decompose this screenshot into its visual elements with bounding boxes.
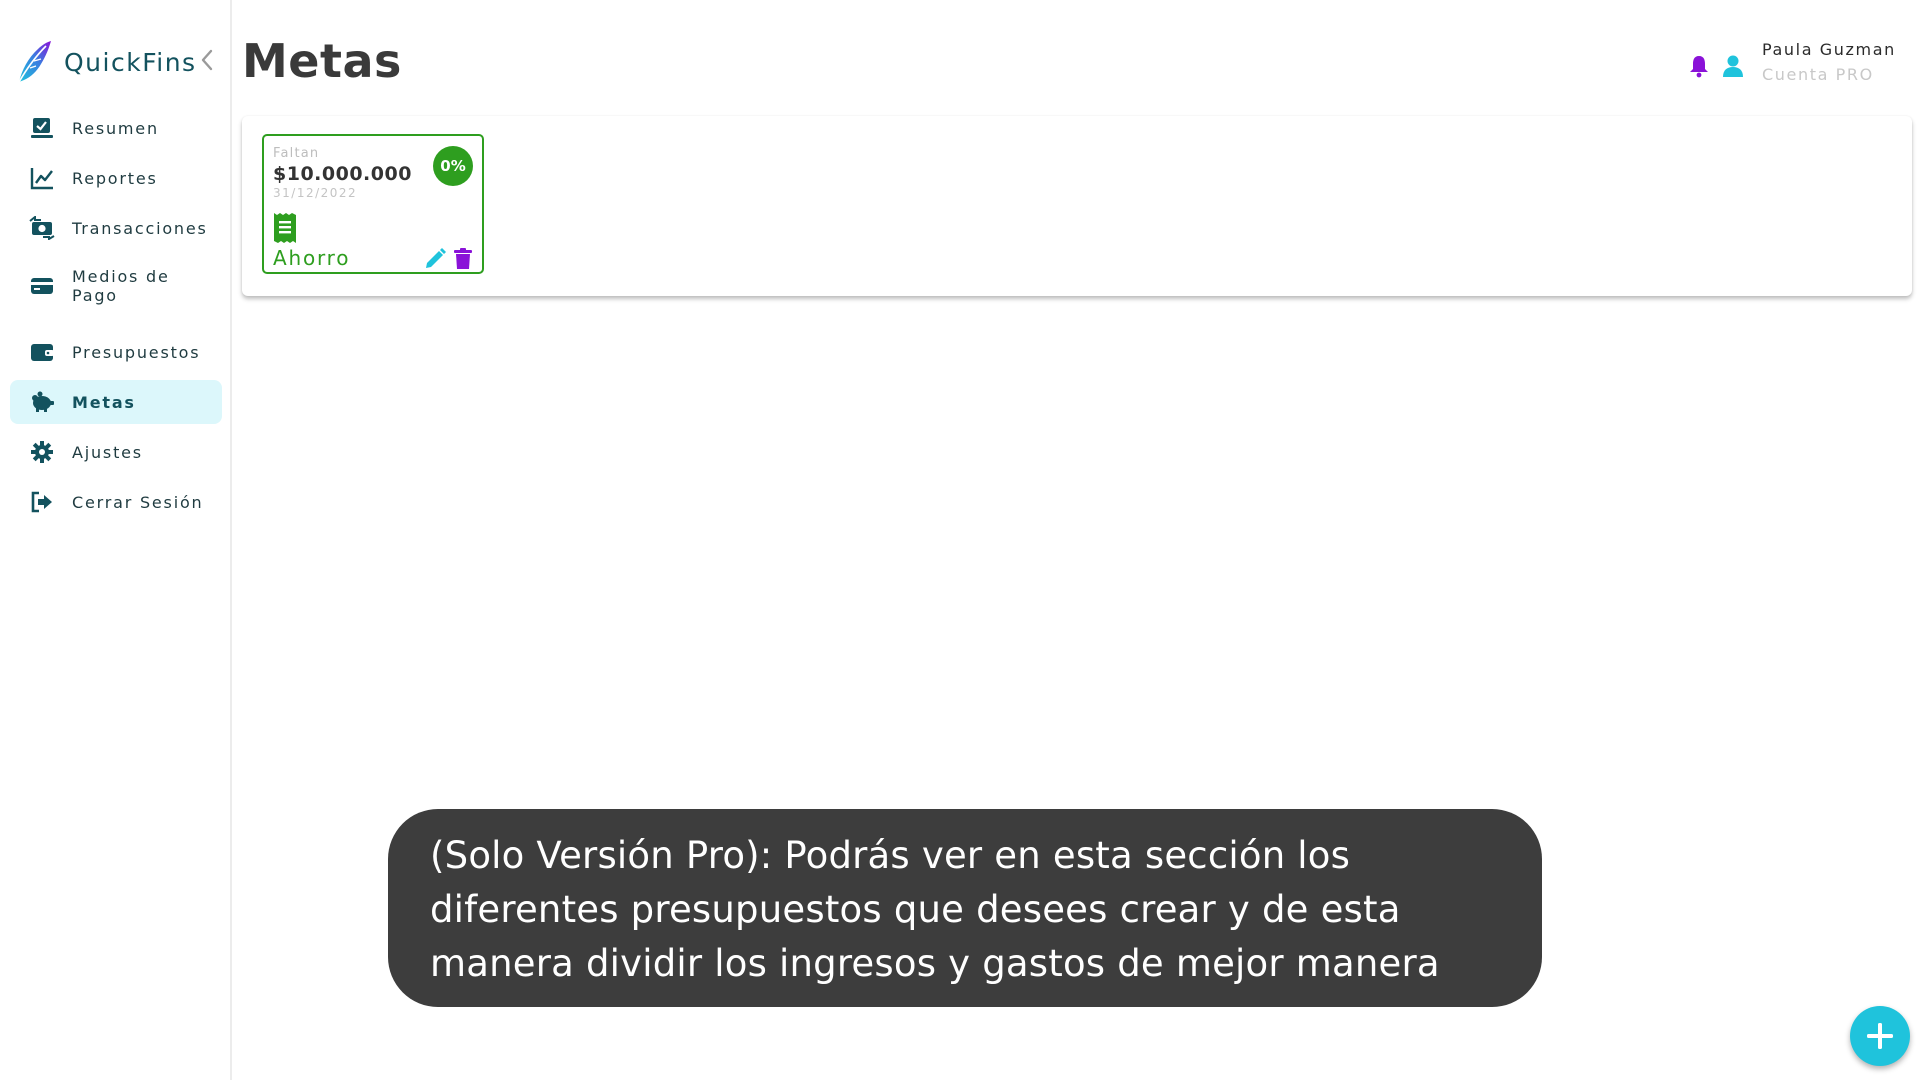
sidebar-item-label: Transacciones xyxy=(72,218,208,238)
sidebar-item-label: Cerrar Sesión xyxy=(72,492,204,512)
sidebar-item-label: Reportes xyxy=(72,168,158,188)
user-area: Paula Guzman Cuenta PRO xyxy=(1688,40,1902,90)
sidebar: QuickFins Resumen Reportes Transacciones xyxy=(0,0,232,1080)
sidebar-item-reportes[interactable]: Reportes xyxy=(10,156,222,200)
receipt-icon xyxy=(274,213,296,243)
sidebar-item-label: Metas xyxy=(72,392,136,412)
sidebar-item-cerrar-sesion[interactable]: Cerrar Sesión xyxy=(10,480,222,524)
app-name: QuickFins xyxy=(64,47,197,77)
feather-logo-icon xyxy=(18,41,51,83)
sidebar-item-label: Ajustes xyxy=(72,442,143,462)
goal-name: Ahorro xyxy=(273,246,351,270)
goal-progress-badge: 0% xyxy=(433,146,473,186)
edit-pencil-icon[interactable] xyxy=(424,248,446,270)
sidebar-item-presupuestos[interactable]: Presupuestos xyxy=(10,330,222,374)
wallet-icon xyxy=(29,339,55,365)
plus-icon xyxy=(1867,1023,1893,1049)
page-title: Metas xyxy=(242,34,402,88)
logout-icon xyxy=(29,489,55,515)
credit-card-icon xyxy=(29,273,55,299)
sidebar-item-label: Medios de Pago xyxy=(72,267,170,305)
sidebar-item-label: Resumen xyxy=(72,118,159,138)
collapse-sidebar-chevron-icon[interactable] xyxy=(198,48,216,72)
goals-panel: Faltan $10.000.000 31/12/2022 0% Ahorro xyxy=(242,116,1912,296)
brand[interactable]: QuickFins xyxy=(16,38,197,86)
add-goal-button[interactable] xyxy=(1850,1006,1910,1066)
user-info[interactable]: Paula Guzman Cuenta PRO xyxy=(1762,40,1896,84)
goal-remaining-label: Faltan xyxy=(273,146,320,161)
tooltip-text: (Solo Versión Pro): Podrás ver en esta s… xyxy=(430,834,1440,985)
trash-icon[interactable] xyxy=(454,248,472,270)
sidebar-item-ajustes[interactable]: Ajustes xyxy=(10,430,222,474)
goal-date: 31/12/2022 xyxy=(273,186,358,200)
chart-check-icon xyxy=(29,115,55,141)
sidebar-item-resumen[interactable]: Resumen xyxy=(10,106,222,150)
goal-card[interactable]: Faltan $10.000.000 31/12/2022 0% Ahorro xyxy=(262,134,484,274)
sidebar-item-metas[interactable]: Metas xyxy=(10,380,222,424)
user-name: Paula Guzman xyxy=(1762,40,1896,59)
bell-icon[interactable] xyxy=(1688,54,1710,78)
piggy-bank-icon xyxy=(29,389,55,415)
money-exchange-icon xyxy=(29,215,55,241)
sidebar-item-medios-de-pago[interactable]: Medios de Pago xyxy=(10,258,222,314)
line-chart-icon xyxy=(29,165,55,191)
gear-icon xyxy=(29,439,55,465)
help-tooltip: (Solo Versión Pro): Podrás ver en esta s… xyxy=(388,809,1542,1007)
user-plan: Cuenta PRO xyxy=(1762,65,1874,84)
sidebar-item-label: Presupuestos xyxy=(72,342,201,362)
goal-amount: $10.000.000 xyxy=(273,163,412,185)
user-icon[interactable] xyxy=(1722,54,1744,78)
sidebar-item-transacciones[interactable]: Transacciones xyxy=(10,206,222,250)
